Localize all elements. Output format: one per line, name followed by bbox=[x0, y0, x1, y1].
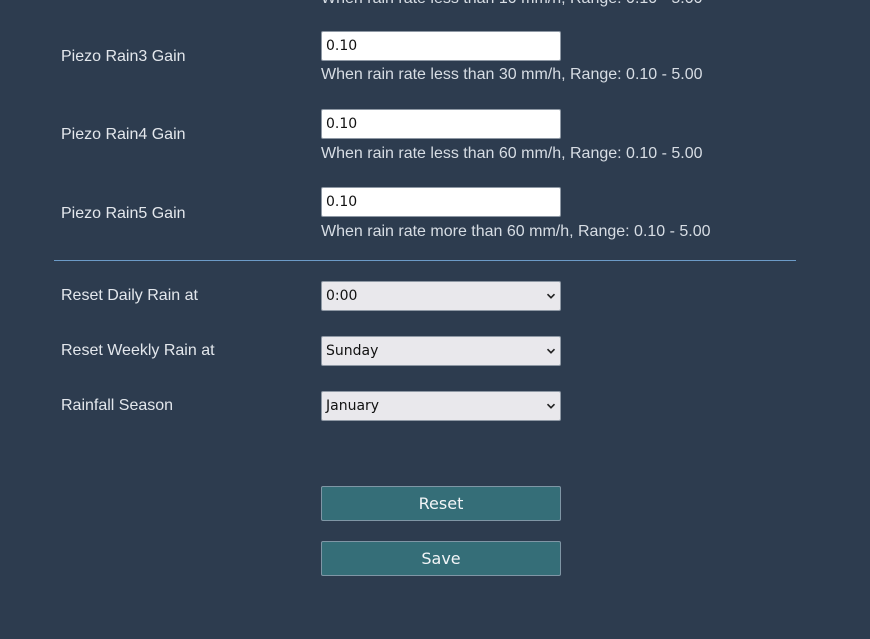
rain3-gain-input[interactable] bbox=[321, 31, 561, 61]
chevron-down-icon bbox=[546, 293, 556, 299]
chevron-down-icon bbox=[546, 403, 556, 409]
reset-daily-rain-label: Reset Daily Rain at bbox=[61, 287, 198, 304]
rainfall-season-label: Rainfall Season bbox=[61, 397, 174, 414]
reset-daily-rain-select[interactable]: 0:00 bbox=[321, 281, 561, 311]
rain2-gain-hint: When rain rate less than 10 mm/h, Range:… bbox=[321, 0, 703, 8]
reset-button[interactable]: Reset bbox=[321, 486, 561, 521]
rain4-gain-hint: When rain rate less than 60 mm/h, Range:… bbox=[321, 145, 703, 162]
reset-daily-rain-value: 0:00 bbox=[326, 288, 358, 304]
reset-weekly-rain-select[interactable]: Sunday bbox=[321, 336, 561, 366]
section-divider bbox=[54, 260, 796, 261]
rain3-gain-label: Piezo Rain3 Gain bbox=[61, 48, 186, 65]
rain-settings-page: When rain rate less than 10 mm/h, Range:… bbox=[0, 0, 870, 639]
rain5-gain-label: Piezo Rain5 Gain bbox=[61, 205, 186, 222]
rain5-gain-hint: When rain rate more than 60 mm/h, Range:… bbox=[321, 223, 711, 240]
rainfall-season-select[interactable]: January bbox=[321, 391, 561, 421]
rain4-gain-label: Piezo Rain4 Gain bbox=[61, 126, 186, 143]
rain3-gain-hint: When rain rate less than 30 mm/h, Range:… bbox=[321, 66, 703, 83]
rainfall-season-value: January bbox=[326, 398, 380, 414]
reset-weekly-rain-value: Sunday bbox=[326, 343, 379, 359]
save-button[interactable]: Save bbox=[321, 541, 561, 576]
rain5-gain-input[interactable] bbox=[321, 187, 561, 217]
reset-weekly-rain-label: Reset Weekly Rain at bbox=[61, 342, 215, 359]
chevron-down-icon bbox=[546, 348, 556, 354]
rain4-gain-input[interactable] bbox=[321, 109, 561, 139]
